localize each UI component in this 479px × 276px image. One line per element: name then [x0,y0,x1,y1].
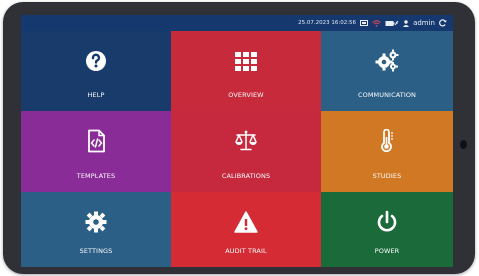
user-name[interactable]: admin [413,19,435,27]
user-icon [403,19,410,27]
warning-icon [234,210,258,234]
power-tile[interactable]: POWER [321,192,453,267]
status-datetime: 25.07.2023 16:02:56 [298,20,357,26]
main-menu-grid: HELP OVERVIEW COMMUNICATION TEMPLATES CA… [21,31,453,267]
thermometer-icon [375,129,399,153]
studies-label: STUDIES [372,172,402,180]
help-label: HELP [87,91,105,99]
templates-tile[interactable]: TEMPLATES [21,111,171,192]
studies-tile[interactable]: STUDIES [321,111,453,192]
code-file-icon [84,129,108,153]
audit-trail-label: AUDIT TRAIL [225,247,267,255]
settings-tile[interactable]: SETTINGS [21,192,171,267]
battery-plug-icon [385,20,399,27]
help-tile[interactable]: HELP [21,31,171,111]
calibrations-tile[interactable]: CALIBRATIONS [171,111,321,192]
screen-icon[interactable] [360,19,369,27]
communication-tile[interactable]: COMMUNICATION [321,31,453,111]
calibrations-label: CALIBRATIONS [221,172,271,180]
grid-icon [234,49,258,73]
audit-trail-tile[interactable]: AUDIT TRAIL [171,192,321,267]
templates-label: TEMPLATES [76,172,116,180]
screen: 25.07.2023 16:02:56 admin HELP OVERVIEW … [21,15,453,267]
wifi-icon[interactable] [372,19,381,27]
settings-label: SETTINGS [79,247,113,255]
power-label: POWER [374,247,400,255]
gear-icon [84,210,108,234]
status-bar: 25.07.2023 16:02:56 admin [21,15,453,31]
overview-tile[interactable]: OVERVIEW [171,31,321,111]
help-icon [84,49,108,73]
overview-label: OVERVIEW [228,91,264,99]
camera-dot [460,140,467,149]
gears-icon [375,49,399,73]
communication-label: COMMUNICATION [357,91,417,99]
refresh-icon[interactable] [439,19,447,27]
power-icon [375,210,399,234]
tablet-frame: 25.07.2023 16:02:56 admin HELP OVERVIEW … [3,2,475,274]
scale-icon [234,129,258,153]
